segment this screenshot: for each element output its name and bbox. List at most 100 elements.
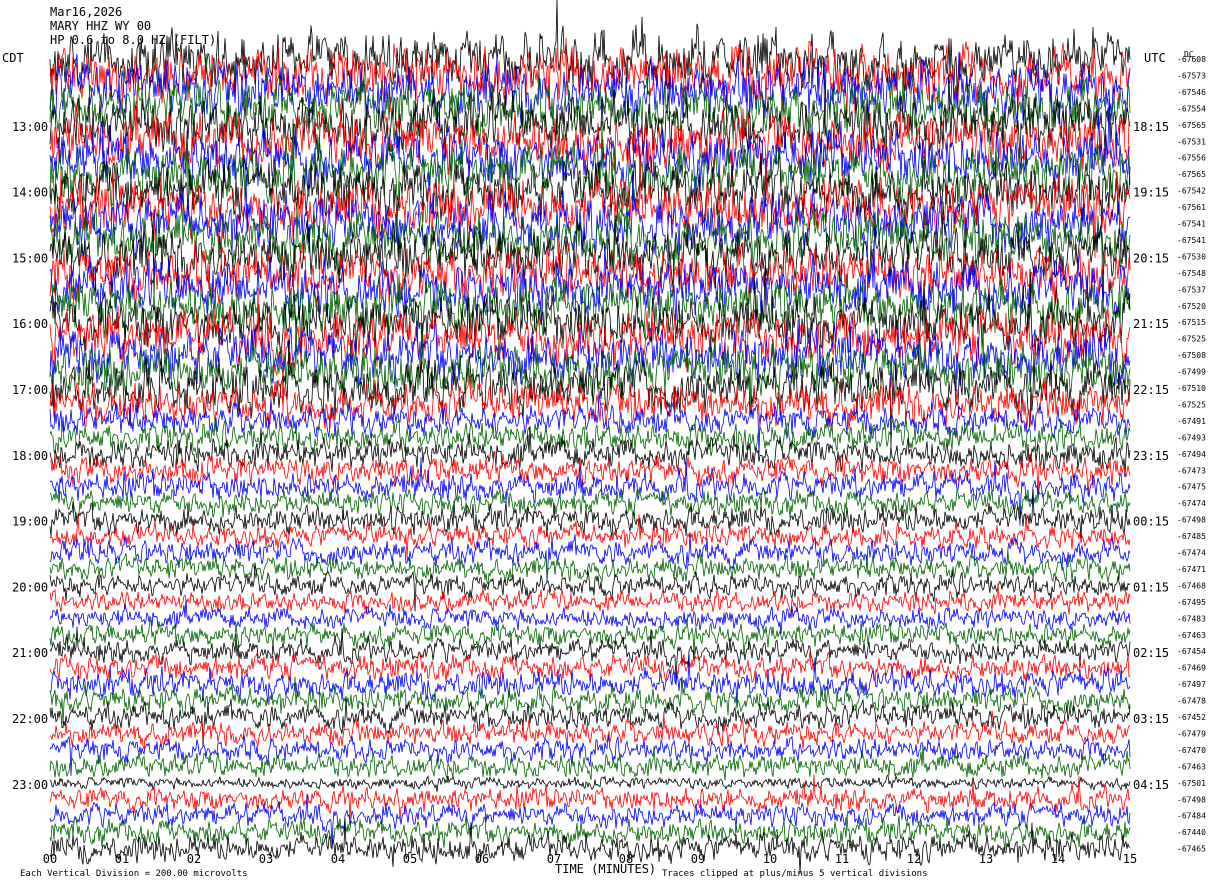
dc-offset-label: -67499	[1177, 368, 1206, 377]
dc-offset-label: -67440	[1177, 828, 1206, 837]
x-tick-label: 04	[331, 852, 345, 866]
right-time-label: 21:15	[1133, 317, 1169, 331]
dc-offset-label: -67483	[1177, 614, 1206, 623]
left-time-label: 20:00	[12, 580, 48, 594]
left-time-label: 23:00	[12, 778, 48, 792]
helicorder-plot: Mar16,2026 MARY HHZ WY 00 HP 0.6 to 8.0 …	[2, 0, 1206, 879]
trace-row-27	[49, 487, 1131, 520]
x-tick-label: 12	[907, 852, 921, 866]
dc-offset-label: -67565	[1177, 121, 1206, 130]
dc-offset-label: -67565	[1177, 170, 1206, 179]
x-tick-label: 10	[763, 852, 777, 866]
dc-offset-label: -67508	[1177, 351, 1206, 360]
dc-offset-label: -67525	[1177, 400, 1206, 409]
dc-offset-label: -67548	[1177, 269, 1206, 278]
left-time-label: 22:00	[12, 712, 48, 726]
dc-offset-label: -67525	[1177, 335, 1206, 344]
dc-offset-label: -67469	[1177, 664, 1206, 673]
trace-row-28	[49, 489, 1131, 539]
dc-offset-label: -67498	[1177, 795, 1206, 804]
x-tick-label: 06	[475, 852, 489, 866]
x-tick-label: 02	[187, 852, 201, 866]
left-time-label: 17:00	[12, 383, 48, 397]
filter-label: HP 0.6 to 8.0 HZ (FILT)	[50, 33, 216, 47]
dc-offset-label: -67463	[1177, 631, 1206, 640]
x-tick-label: 13	[979, 852, 993, 866]
trace-row-34	[49, 599, 1131, 635]
left-time-label: 16:00	[12, 317, 48, 331]
dc-offset-label: -67501	[1177, 779, 1206, 788]
left-time-label: 14:00	[12, 186, 48, 200]
dc-offset-label: -67484	[1177, 812, 1206, 821]
dc-offset-label: -67474	[1177, 549, 1206, 558]
right-time-label: 22:15	[1133, 383, 1169, 397]
x-tick-label: 05	[403, 852, 417, 866]
left-time-label: 21:00	[12, 646, 48, 660]
dc-offset-label: -67546	[1177, 88, 1206, 97]
footer-left: Each Vertical Division = 200.00 microvol…	[20, 869, 248, 879]
dc-offset-label: -67494	[1177, 450, 1206, 459]
dc-offset-label: -67468	[1177, 581, 1206, 590]
dc-offset-label: -67473	[1177, 466, 1206, 475]
right-time-label: 18:15	[1133, 120, 1169, 134]
dc-offset-label: -67452	[1177, 713, 1206, 722]
dc-offset-label: -67478	[1177, 697, 1206, 706]
dc-offset-label: -67471	[1177, 565, 1206, 574]
dc-offset-label: -67493	[1177, 433, 1206, 442]
dc-offset-label: -67556	[1177, 154, 1206, 163]
trace-group	[49, 0, 1131, 875]
right-time-label: 03:15	[1133, 712, 1169, 726]
right-time-labels: 18:15 19:15 20:15 21:15 22:15 23:15 00:15 01:15…	[1133, 120, 1169, 792]
left-time-label: 15:00	[12, 251, 48, 265]
dc-offset-label: -67554	[1177, 104, 1206, 113]
right-timezone-label: UTC	[1144, 51, 1166, 65]
dc-offset-label: -67470	[1177, 746, 1206, 755]
dc-offset-label: -67465	[1177, 845, 1206, 854]
right-time-label: 00:15	[1133, 515, 1169, 529]
trace-row-42	[49, 734, 1131, 776]
dc-offset-label: -67454	[1177, 647, 1206, 656]
dc-offset-label: -67541	[1177, 220, 1206, 229]
left-timezone-label: CDT	[2, 51, 24, 65]
dc-offset-label: -67541	[1177, 236, 1206, 245]
left-time-label: 19:00	[12, 515, 48, 529]
dc-offset-label: -67463	[1177, 762, 1206, 771]
footer-right: Traces clipped at plus/minus 5 vertical …	[662, 869, 928, 879]
station-label: MARY HHZ WY 00	[50, 19, 151, 33]
dc-offset-label: -67531	[1177, 137, 1206, 146]
left-time-label: 13:00	[12, 120, 48, 134]
trace-row-26	[49, 457, 1131, 526]
date-label: Mar16,2026	[50, 5, 122, 19]
x-tick-label: 09	[691, 852, 705, 866]
x-axis-label: TIME (MINUTES)	[555, 862, 656, 876]
right-time-label: 20:15	[1133, 251, 1169, 265]
right-time-label: 01:15	[1133, 580, 1169, 594]
dc-offset-label: -67520	[1177, 302, 1206, 311]
dc-offset-label: -67474	[1177, 499, 1206, 508]
right-time-label: 04:15	[1133, 778, 1169, 792]
dc-offset-label: -67561	[1177, 203, 1206, 212]
left-time-labels: 13:00 14:00 15:00 16:00 17:00 18:00 19:00 20:00…	[12, 120, 48, 792]
dc-offset-label: -67491	[1177, 417, 1206, 426]
dc-offset-label: -67608	[1177, 55, 1206, 64]
dc-offset-label: -67542	[1177, 187, 1206, 196]
dc-offset-label: -67479	[1177, 729, 1206, 738]
trace-row-31	[49, 552, 1131, 586]
dc-offset-labels: -67608 -67573 -67546 -67554 -67565 -67531 -675…	[1177, 55, 1206, 854]
right-time-label: 19:15	[1133, 186, 1169, 200]
dc-offset-label: -67495	[1177, 598, 1206, 607]
trace-row-35	[49, 618, 1131, 657]
x-tick-label: 00	[43, 852, 57, 866]
right-time-label: 23:15	[1133, 449, 1169, 463]
dc-offset-label: -67515	[1177, 318, 1206, 327]
dc-offset-label: -67573	[1177, 71, 1206, 80]
dc-offset-label: -67537	[1177, 285, 1206, 294]
dc-offset-label: -67485	[1177, 532, 1206, 541]
dc-offset-label: -67498	[1177, 516, 1206, 525]
trace-row-44	[49, 774, 1131, 792]
x-tick-label: 11	[835, 852, 849, 866]
x-tick-label: 15	[1123, 852, 1137, 866]
right-time-label: 02:15	[1133, 646, 1169, 660]
x-tick-label: 01	[115, 852, 129, 866]
left-time-label: 18:00	[12, 449, 48, 463]
